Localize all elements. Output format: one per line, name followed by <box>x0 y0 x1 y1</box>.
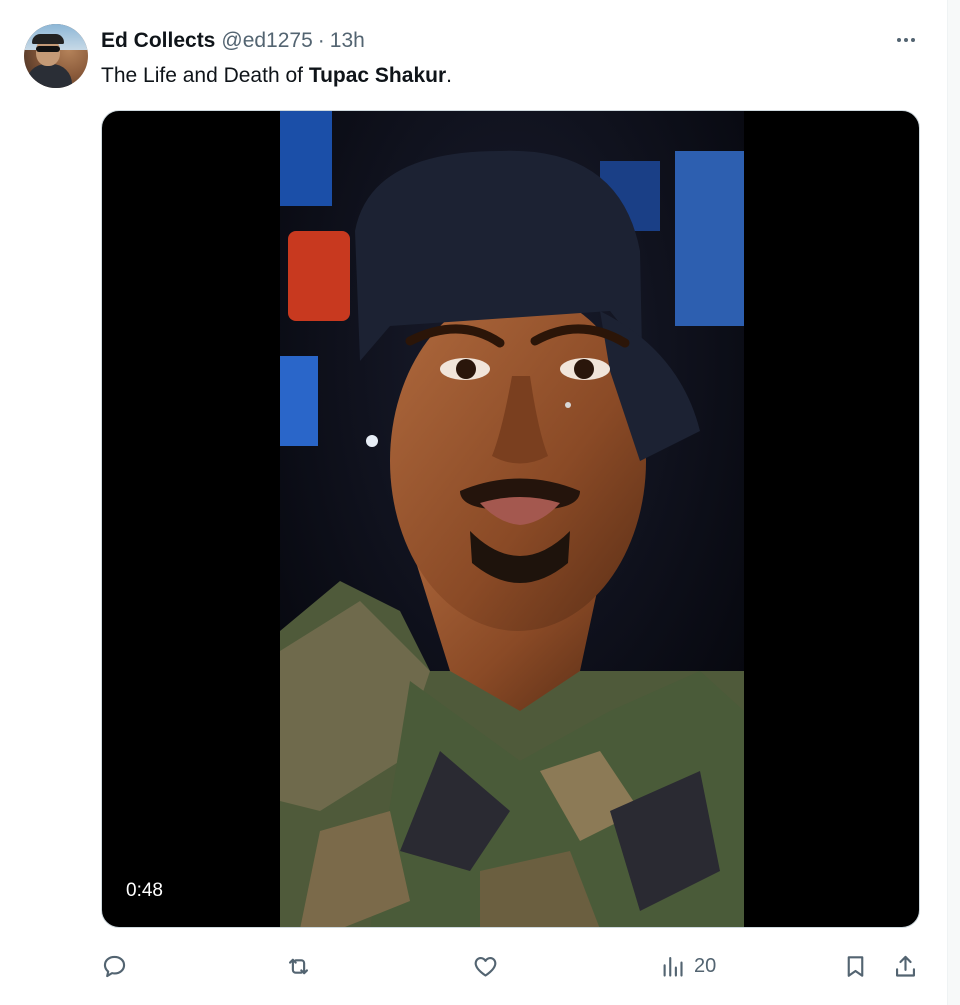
author-handle[interactable]: @ed1275 <box>221 29 312 53</box>
share-button[interactable] <box>892 948 919 984</box>
views-button[interactable]: 20 <box>659 948 716 984</box>
views-count: 20 <box>694 954 717 977</box>
retweet-icon <box>288 958 309 974</box>
bookmark-icon <box>847 955 864 977</box>
avatar-body <box>26 64 72 88</box>
more-options-icon[interactable] <box>890 30 922 50</box>
tweet-text-suffix: . <box>446 64 452 87</box>
tweet-timestamp[interactable]: 13h <box>330 29 365 53</box>
more-dot <box>897 38 901 42</box>
action-bar: 20 <box>101 948 923 984</box>
avatar[interactable] <box>24 24 88 88</box>
tweet-header: Ed Collects @ed1275 · 13h <box>101 27 365 55</box>
more-dot <box>904 38 908 42</box>
tweet-text-prefix: The Life and Death of <box>101 64 309 87</box>
more-dot <box>911 38 915 42</box>
video-duration: 0:48 <box>126 880 163 901</box>
video-frame <box>280 111 744 927</box>
tweet-text: The Life and Death of Tupac Shakur. <box>101 62 452 90</box>
tweet-text-bold: Tupac Shakur <box>308 64 447 87</box>
separator-dot: · <box>317 29 325 52</box>
views-icon <box>663 956 683 977</box>
share-icon <box>895 955 916 977</box>
avatar-sunglasses <box>36 46 60 52</box>
portrait-image <box>280 111 744 927</box>
author-name[interactable]: Ed Collects <box>101 29 215 53</box>
tweet[interactable]: Ed Collects @ed1275 · 13h The Life and D… <box>0 0 948 1005</box>
like-button[interactable] <box>472 948 499 984</box>
reply-icon <box>103 955 126 977</box>
bookmark-button[interactable] <box>842 948 869 984</box>
video-player[interactable]: 0:48 <box>101 110 920 928</box>
avatar-cap <box>32 34 64 44</box>
like-icon <box>474 956 497 977</box>
reply-button[interactable] <box>101 948 128 984</box>
retweet-button[interactable] <box>285 948 312 984</box>
